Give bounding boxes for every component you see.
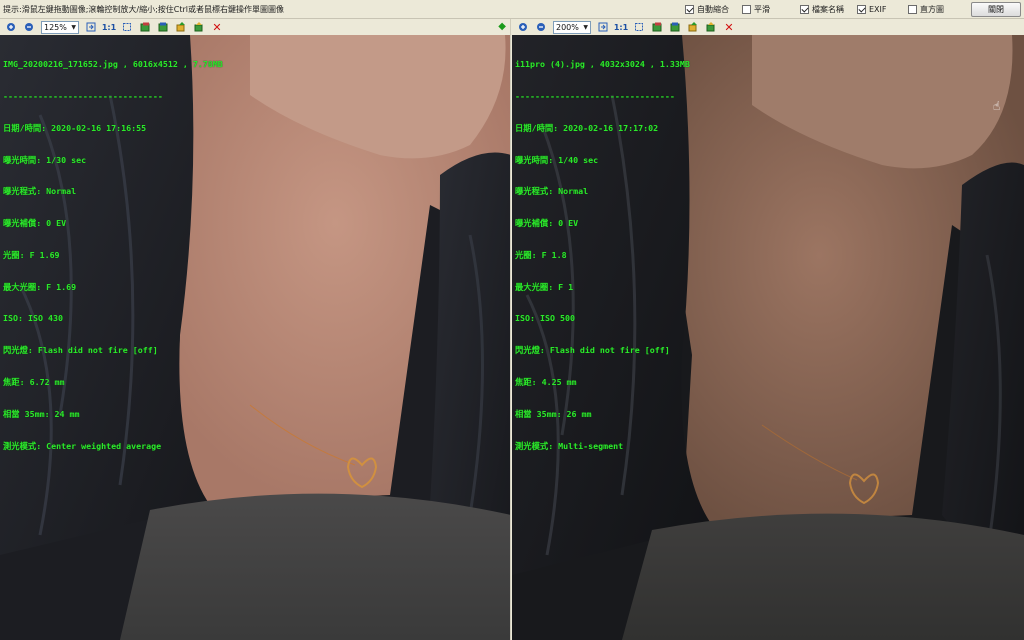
right-exif-metering-mode: 測光模式: Multi-segment: [515, 440, 624, 451]
left-exif-exposure-time: 曝光時間: 1/30 sec: [3, 154, 87, 165]
right-exif-35mm-equivalent: 相當 35mm: 26 mm: [515, 408, 592, 419]
prev-image-icon[interactable]: [136, 20, 154, 34]
zoom-value: 200%: [556, 22, 579, 32]
zoom-value: 125%: [44, 22, 67, 32]
zoom-out-icon[interactable]: [532, 20, 550, 34]
fit-screen-icon[interactable]: [118, 20, 136, 34]
left-exif-35mm-equivalent: 相當 35mm: 24 mm: [3, 408, 80, 419]
right-image-pane: 200% ▼ 1:1 ✕ i11pro (4).jpg , 4032x3024 …: [512, 19, 1024, 640]
right-exif-exposure-program: 曝光程式: Normal: [515, 186, 589, 197]
close-button[interactable]: 關閉: [971, 2, 1021, 17]
rotate-left-icon[interactable]: [172, 20, 190, 34]
fit-window-icon[interactable]: [82, 20, 100, 34]
zoom-in-icon[interactable]: [2, 20, 20, 34]
rotate-right-icon[interactable]: [702, 20, 720, 34]
auto-sync-checkbox[interactable]: [685, 5, 694, 14]
rotate-right-icon[interactable]: [190, 20, 208, 34]
hint-text: 提示:滑鼠左鍵拖動圖像;滾輪控制放大/縮小;按住Ctrl或者鼠標右鍵操作單圖圖像: [3, 5, 285, 14]
filename-label: 檔案名稱: [812, 5, 844, 14]
left-exif-aperture: 光圈: F 1.69: [3, 249, 60, 260]
right-exif-datetime: 日期/時間: 2020-02-16 17:17:02: [515, 122, 659, 133]
hand-cursor-icon: ☝: [993, 99, 1001, 113]
left-toolbar: 125% ▼ 1:1 ✕ ◆: [0, 19, 510, 35]
zoom-select[interactable]: 200% ▼: [553, 20, 591, 34]
option-filename[interactable]: 檔案名稱: [800, 4, 844, 15]
chevron-down-icon: ▼: [71, 23, 76, 31]
filename-checkbox[interactable]: [800, 5, 809, 14]
fit-screen-icon[interactable]: [630, 20, 648, 34]
option-smooth[interactable]: 平滑: [742, 4, 770, 15]
left-file-line: IMG_20200216_171652.jpg , 6016x4512 , 7.…: [3, 59, 223, 70]
delete-icon[interactable]: ✕: [720, 20, 738, 34]
exif-checkbox[interactable]: [857, 5, 866, 14]
left-exif-iso: ISO: ISO 430: [3, 313, 63, 324]
sync-arrow-icon[interactable]: ◆: [498, 21, 506, 32]
right-exif-exposure-time: 曝光時間: 1/40 sec: [515, 154, 599, 165]
right-exif-flash: 閃光燈: Flash did not fire [off]: [515, 345, 670, 356]
right-exif-overlay: i11pro (4).jpg , 4032x3024 , 1.33MB ----…: [515, 38, 690, 472]
left-exif-metering-mode: 測光模式: Center weighted average: [3, 440, 162, 451]
zoom-out-icon[interactable]: [20, 20, 38, 34]
top-bar: 提示:滑鼠左鍵拖動圖像;滾輪控制放大/縮小;按住Ctrl或者鼠標右鍵操作單圖圖像…: [0, 0, 1024, 19]
right-exif-exposure-bias: 曝光補償: 0 EV: [515, 218, 579, 229]
left-image-pane: 125% ▼ 1:1 ✕ ◆ IMG_20200216_171652.jpg ,…: [0, 19, 511, 640]
zoom-select[interactable]: 125% ▼: [41, 20, 79, 34]
right-exif-focal-length: 焦距: 4.25 mm: [515, 377, 577, 387]
option-auto-sync[interactable]: 自動縮合: [685, 4, 729, 15]
left-exif-focal-length: 焦距: 6.72 mm: [3, 377, 65, 387]
right-exif-max-aperture: 最大光圈: F 1: [515, 281, 574, 292]
option-exif[interactable]: EXIF: [857, 4, 887, 15]
right-file-line: i11pro (4).jpg , 4032x3024 , 1.33MB: [515, 59, 690, 70]
rotate-left-icon[interactable]: [684, 20, 702, 34]
chevron-down-icon: ▼: [583, 23, 588, 31]
left-exif-max-aperture: 最大光圈: F 1.69: [3, 281, 77, 292]
option-histogram[interactable]: 直方圖: [908, 4, 944, 15]
smooth-checkbox[interactable]: [742, 5, 751, 14]
left-exif-exposure-program: 曝光程式: Normal: [3, 186, 77, 197]
zoom-in-icon[interactable]: [514, 20, 532, 34]
auto-sync-label: 自動縮合: [697, 5, 729, 14]
delete-icon[interactable]: ✕: [208, 20, 226, 34]
left-exif-exposure-bias: 曝光補償: 0 EV: [3, 218, 67, 229]
right-exif-iso: ISO: ISO 500: [515, 313, 575, 324]
right-toolbar: 200% ▼ 1:1 ✕: [512, 19, 1024, 35]
left-exif-overlay: IMG_20200216_171652.jpg , 6016x4512 , 7.…: [3, 38, 223, 472]
actual-size-button[interactable]: 1:1: [100, 20, 118, 34]
right-exif-aperture: 光圈: F 1.8: [515, 249, 567, 260]
left-exif-flash: 閃光燈: Flash did not fire [off]: [3, 345, 158, 356]
histogram-checkbox[interactable]: [908, 5, 917, 14]
next-image-icon[interactable]: [666, 20, 684, 34]
fit-window-icon[interactable]: [594, 20, 612, 34]
histogram-label: 直方圖: [920, 5, 944, 14]
right-separator: --------------------------------: [515, 90, 675, 101]
actual-size-button[interactable]: 1:1: [612, 20, 630, 34]
exif-label: EXIF: [869, 5, 887, 14]
left-exif-datetime: 日期/時間: 2020-02-16 17:16:55: [3, 122, 147, 133]
next-image-icon[interactable]: [154, 20, 172, 34]
prev-image-icon[interactable]: [648, 20, 666, 34]
smooth-label: 平滑: [754, 5, 770, 14]
left-separator: --------------------------------: [3, 90, 163, 101]
